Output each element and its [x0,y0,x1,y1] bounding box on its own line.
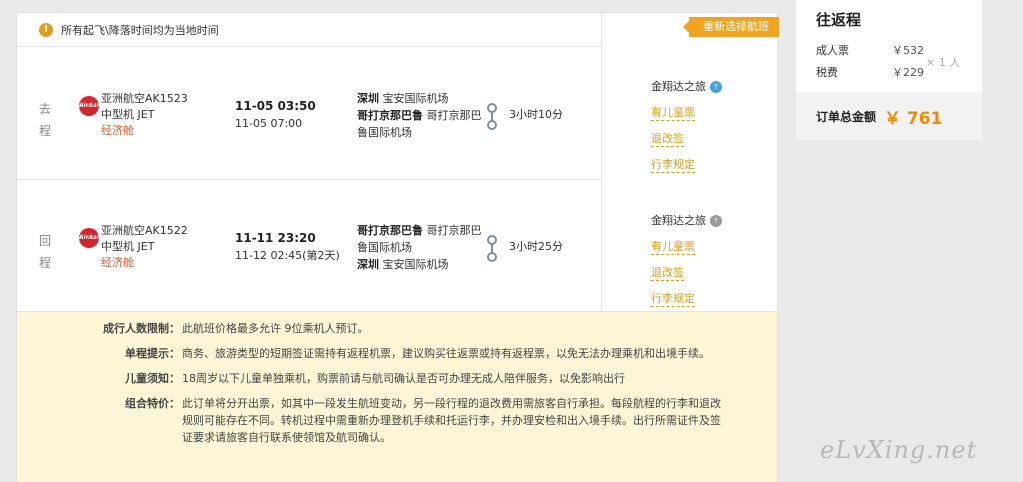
watermark: eLvXing.net [820,436,978,464]
rule-item: 单程提示： 商务、旅游类型的短期签证需持有返程机票，建议购买往返票或持有返程票，… [125,347,710,360]
flight-times: 11-05 03:50 11-05 07:00 [235,98,316,132]
inbound-links: 金翔达之旅 ? 有儿童票 退改签 行李规定 [651,209,722,311]
rule-item: 组合特价： 此订单将分开出票，如其中一段发生航班变动，另一段行程的退改费用需旅客… [125,397,721,444]
tax-fee: 税费 ￥229 [816,66,924,79]
departure-airport: 深圳 宝安国际机场 [357,92,449,105]
passenger-multiplier: × 1 人 [926,56,961,69]
local-time-notice: ! 所有起飞\降落时间均为当地时间 [17,13,601,47]
member-program[interactable]: 金翔达之旅 ? [651,75,722,99]
inbound-flight-row: 回程 AirAsia 亚洲航空AK1522 中型机 JET 经济舱 11-11 … [17,180,601,312]
flight-duration: 3小时10分 [509,108,563,121]
child-ticket-link[interactable]: 有儿童票 [651,105,695,121]
price-summary: 往返程 成人票 ￥532 税费 ￥229 × 1 人 订单总金额 ￥ 761 [796,0,982,140]
airasia-logo-icon: AirAsia [79,96,103,116]
booking-rules: 成行人数限制： 此航班价格最多允许 9位乘机人预订。 单程提示： 商务、旅游类型… [17,311,777,482]
flight-info: 亚洲航空AK1522 中型机 JET 经济舱 [101,223,188,271]
child-ticket-link[interactable]: 有儿童票 [651,239,695,255]
refund-change-link[interactable]: 退改签 [651,265,684,281]
airports: 哥打京那巴鲁 哥打京那巴鲁国际机场 深圳 宝安国际机场 [357,222,487,273]
departure-time: 11-05 03:50 [235,99,316,113]
help-icon[interactable]: ? [710,215,722,227]
reselect-flight-button[interactable]: 重新选择航班 [683,17,779,37]
arrival-airport: 深圳 宝安国际机场 [357,258,449,271]
direction-label: 去程 [39,102,52,138]
route-icon [487,103,497,130]
adult-fare: 成人票 ￥532 [816,44,924,57]
flight-times: 11-11 23:20 11-12 02:45(第2天) [235,230,340,264]
aircraft-type: 中型机 JET [101,108,155,121]
arrival-airport: 哥打京那巴鲁 哥打京那巴鲁国际机场 [357,109,482,139]
flight-detail-panel: ! 所有起飞\降落时间均为当地时间 重新选择航班 去程 AirAsia 亚洲航空… [16,12,779,482]
help-icon[interactable]: ? [710,81,722,93]
direction-label: 回程 [39,234,52,270]
route-icon [487,235,497,262]
total-amount: ￥ 761 [884,108,943,129]
arrival-time: 11-12 02:45(第2天) [235,249,340,262]
baggage-rules-link[interactable]: 行李规定 [651,157,695,173]
departure-time: 11-11 23:20 [235,231,316,245]
rule-item: 儿童须知： 18周岁以下儿童单独乘机，购票前请与航司确认是否可办理无成人陪伴服务… [125,372,625,385]
cabin-class: 经济舱 [101,256,134,269]
flight-number: 亚洲航空AK1523 [101,92,188,105]
info-icon: ! [39,22,53,37]
flight-duration: 3小时25分 [509,240,563,253]
order-total: 订单总金额 ￥ 761 [796,92,982,140]
departure-airport: 哥打京那巴鲁 哥打京那巴鲁国际机场 [357,224,482,254]
arrival-time: 11-05 07:00 [235,117,303,130]
baggage-rules-link[interactable]: 行李规定 [651,291,695,307]
column-divider [601,13,602,311]
flight-number: 亚洲航空AK1522 [101,224,188,237]
rule-item: 成行人数限制： 此航班价格最多允许 9位乘机人预订。 [103,322,369,335]
notice-text: 所有起飞\降落时间均为当地时间 [61,23,219,37]
cabin-class: 经济舱 [101,124,134,137]
summary-title: 往返程 [816,11,862,29]
outbound-flight-row: 去程 AirAsia 亚洲航空AK1523 中型机 JET 经济舱 11-05 … [17,48,601,180]
aircraft-type: 中型机 JET [101,240,155,253]
refund-change-link[interactable]: 退改签 [651,131,684,147]
outbound-links: 金翔达之旅 ? 有儿童票 退改签 行李规定 [651,75,722,177]
airports: 深圳 宝安国际机场 哥打京那巴鲁 哥打京那巴鲁国际机场 [357,90,487,141]
airasia-logo-icon: AirAsia [79,228,103,248]
flight-info: 亚洲航空AK1523 中型机 JET 经济舱 [101,91,188,139]
member-program[interactable]: 金翔达之旅 ? [651,209,722,233]
